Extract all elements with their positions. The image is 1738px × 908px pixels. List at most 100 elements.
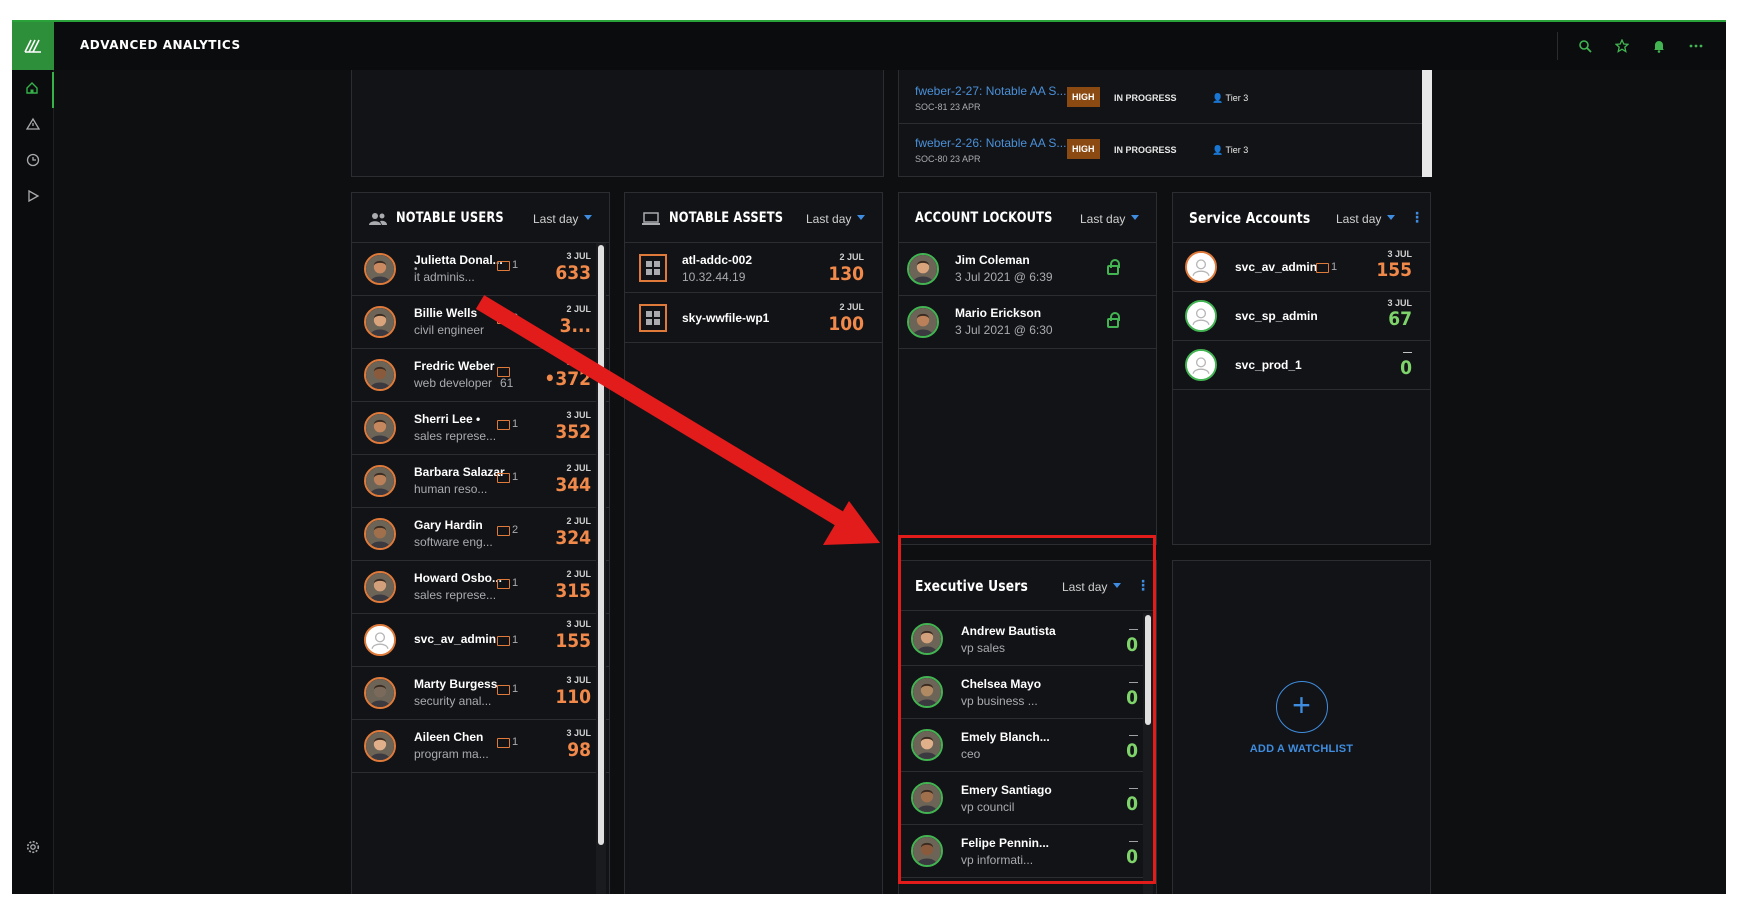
score-date: 3 JUL: [1387, 298, 1412, 308]
app-title: ADVANCED ANALYTICS: [80, 38, 241, 52]
avatar: [364, 624, 396, 656]
user-row[interactable]: Julietta Donal... it adminis... • 1 3 JUL 633: [352, 243, 609, 296]
ticket-name[interactable]: fweber-2-27: Notable AA S...: [915, 84, 1066, 98]
score-date: 2 JUL: [839, 252, 864, 262]
chevron-down-icon[interactable]: [1387, 215, 1395, 220]
user-name[interactable]: Aileen Chen: [414, 730, 483, 744]
panel-title: Service Accounts: [1189, 209, 1311, 227]
scrollbar[interactable]: [598, 245, 604, 845]
ticket-row[interactable]: fweber-2-27: Notable AA S... SOC-81 23 A…: [899, 74, 1430, 124]
user-name[interactable]: Howard Osbo...: [414, 571, 502, 585]
user-row[interactable]: Howard Osbo... sales represe... 1 2 JUL 315: [352, 561, 609, 614]
ticket-id: SOC-80 23 APR: [915, 154, 981, 164]
user-name[interactable]: svc_av_admin: [414, 632, 496, 646]
panel-header: ACCOUNT LOCKOUTS Last day: [899, 193, 1156, 243]
app-window: ADVANCED ANALYTICS fweber-2-27: Notable …: [12, 20, 1726, 894]
case-count: 1: [512, 683, 519, 695]
service-account-row[interactable]: svc_av_admin 1 3 JUL 155: [1173, 243, 1430, 292]
account-name[interactable]: svc_sp_admin: [1235, 309, 1318, 323]
status-dot: •: [414, 264, 418, 275]
user-row[interactable]: Fredric Weber web developer 61 3 JUL •372: [352, 349, 609, 402]
lockout-time: 3 Jul 2021 @ 6:39: [955, 270, 1053, 284]
user-row[interactable]: Billie Wells civil engineer 2 2 JUL 3...: [352, 296, 609, 349]
asset-row[interactable]: atl-addc-002 10.32.44.19 2 JUL 130: [625, 243, 882, 293]
avatar: [364, 306, 396, 338]
risk-score: 344: [555, 474, 591, 496]
user-name[interactable]: Marty Burgess: [414, 677, 497, 691]
nav-settings[interactable]: [12, 834, 54, 864]
logo-icon[interactable]: [12, 22, 54, 70]
user-name[interactable]: Gary Hardin: [414, 518, 483, 532]
service-account-row[interactable]: svc_sp_admin 3 JUL 67: [1173, 292, 1430, 341]
account-name[interactable]: svc_av_admin: [1235, 260, 1317, 274]
asset-name[interactable]: atl-addc-002: [682, 253, 752, 267]
lock-icon: [1107, 259, 1120, 275]
star-icon[interactable]: [1612, 36, 1632, 56]
user-title: civil engineer: [414, 323, 485, 337]
ticket-name[interactable]: fweber-2-26: Notable AA S...: [915, 136, 1066, 150]
user-row[interactable]: svc_av_admin 1 3 JUL 155: [352, 614, 609, 667]
time-range-dropdown[interactable]: Last day: [533, 212, 578, 226]
avatar-photo: [1187, 302, 1215, 330]
user-title: sales represe...: [414, 429, 497, 443]
nav-alerts[interactable]: [12, 108, 54, 144]
user-name[interactable]: Jim Coleman: [955, 253, 1030, 267]
asset-name[interactable]: sky-wwfile-wp1: [682, 311, 769, 325]
add-watchlist-panel[interactable]: + ADD A WATCHLIST: [1172, 560, 1431, 894]
bell-icon[interactable]: [1649, 36, 1669, 56]
avatar: [1185, 251, 1217, 283]
chevron-down-icon[interactable]: [584, 215, 592, 220]
user-row[interactable]: Barbara Salazar human reso... 1 2 JUL 344: [352, 455, 609, 508]
user-name[interactable]: Barbara Salazar: [414, 465, 505, 479]
user-title: software eng...: [414, 535, 493, 549]
time-range-dropdown[interactable]: Last day: [1336, 212, 1381, 226]
lockout-row[interactable]: Mario Erickson 3 Jul 2021 @ 6:30: [899, 296, 1156, 349]
chevron-down-icon[interactable]: [1131, 215, 1139, 220]
nav-history[interactable]: [12, 144, 54, 180]
avatar-photo: [366, 308, 394, 336]
user-name[interactable]: Fredric Weber: [414, 359, 494, 373]
user-row[interactable]: Gary Hardin software eng... 2 2 JUL 324: [352, 508, 609, 561]
user-name[interactable]: Julietta Donal...: [414, 253, 503, 267]
user-row[interactable]: Aileen Chen program ma... 1 3 JUL 98: [352, 720, 609, 773]
service-account-row[interactable]: svc_prod_1 —0: [1173, 341, 1430, 390]
ticket-row[interactable]: fweber-2-26: Notable AA S... SOC-80 23 A…: [899, 126, 1430, 176]
panel-title: ACCOUNT LOCKOUTS: [915, 210, 1053, 226]
more-icon[interactable]: [1686, 36, 1706, 56]
risk-score: 315: [555, 580, 591, 602]
user-row[interactable]: Sherri Lee • sales represe... 1 3 JUL 352: [352, 402, 609, 455]
account-name[interactable]: svc_prod_1: [1235, 358, 1302, 372]
risk-score: 110: [555, 686, 591, 708]
windows-icon: [639, 254, 667, 282]
chevron-down-icon[interactable]: [857, 215, 865, 220]
score-date: 3 JUL: [1387, 249, 1412, 259]
user-name[interactable]: Mario Erickson: [955, 306, 1041, 320]
folder-icon: [497, 314, 510, 324]
risk-score: 130: [828, 263, 864, 285]
risk-score: 100: [828, 313, 864, 335]
user-name[interactable]: Billie Wells: [414, 306, 477, 320]
nav-home[interactable]: [12, 72, 54, 108]
score-date: 3 JUL: [566, 357, 591, 367]
add-watchlist-label[interactable]: ADD A WATCHLIST: [1173, 743, 1430, 755]
user-name[interactable]: Sherri Lee •: [414, 412, 480, 426]
time-range-dropdown[interactable]: Last day: [1080, 212, 1125, 226]
user-row[interactable]: Marty Burgess security anal... 1 3 JUL 110: [352, 667, 609, 720]
asset-row[interactable]: sky-wwfile-wp1 2 JUL 100: [625, 293, 882, 343]
folder-icon: [497, 526, 510, 536]
plus-icon[interactable]: +: [1275, 681, 1328, 733]
avatar: [364, 571, 396, 603]
time-range-dropdown[interactable]: Last day: [806, 212, 851, 226]
highlight-box: [898, 535, 1156, 884]
score-date: 2 JUL: [566, 463, 591, 473]
ticket-tier: 👤 Tier 3: [1212, 93, 1249, 103]
kebab-menu-icon[interactable]: ⋮: [1410, 210, 1424, 224]
lockout-row[interactable]: Jim Coleman 3 Jul 2021 @ 6:39: [899, 243, 1156, 296]
top-left-panel: [351, 70, 884, 177]
add-watchlist-button[interactable]: + ADD A WATCHLIST: [1173, 681, 1430, 755]
avatar: [364, 412, 396, 444]
scrollbar[interactable]: [1422, 70, 1432, 177]
account-lockouts-panel: ACCOUNT LOCKOUTS Last day Jim Coleman 3 J…: [898, 192, 1157, 545]
nav-play[interactable]: [12, 180, 54, 216]
search-icon[interactable]: [1575, 36, 1595, 56]
